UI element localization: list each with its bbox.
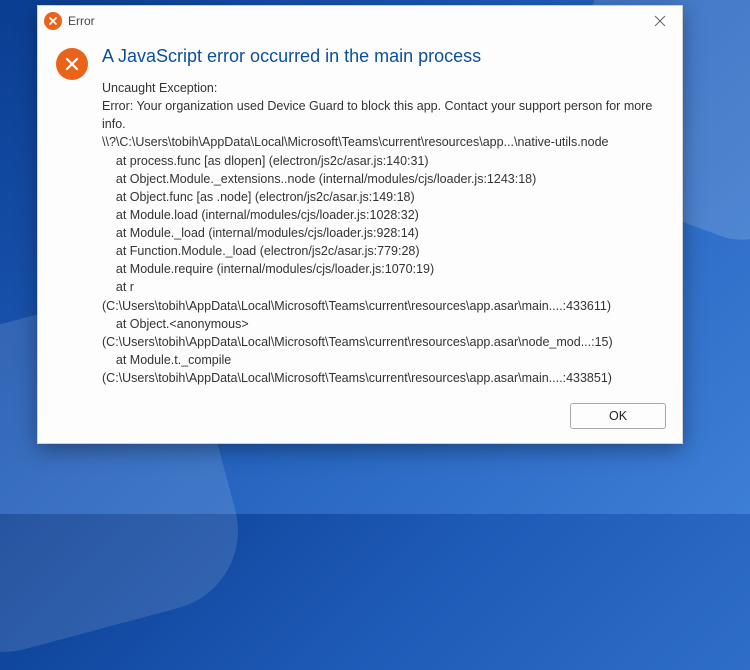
- window-title: Error: [68, 14, 95, 28]
- stack-line: at Object.func [as .node] (electron/js2c…: [102, 188, 664, 206]
- error-stack: Uncaught Exception: Error: Your organiza…: [102, 79, 664, 387]
- stack-line: (C:\Users\tobih\AppData\Local\Microsoft\…: [102, 369, 664, 387]
- stack-line: Uncaught Exception:: [102, 79, 664, 97]
- stack-line: at Module._load (internal/modules/cjs/lo…: [102, 224, 664, 242]
- dialog-body: A JavaScript error occurred in the main …: [38, 36, 682, 393]
- error-icon: [44, 12, 62, 30]
- close-button[interactable]: [638, 6, 682, 36]
- dialog-heading: A JavaScript error occurred in the main …: [102, 46, 664, 67]
- error-icon: [56, 48, 88, 80]
- stack-line: at Module.require (internal/modules/cjs/…: [102, 260, 664, 278]
- ok-button[interactable]: OK: [570, 403, 666, 429]
- error-dialog: Error A JavaScript error occurred in the…: [37, 5, 683, 444]
- titlebar: Error: [38, 6, 682, 36]
- stack-line: at Object.Module._extensions..node (inte…: [102, 170, 664, 188]
- stack-line: (C:\Users\tobih\AppData\Local\Microsoft\…: [102, 333, 664, 351]
- stack-line: \\?\C:\Users\tobih\AppData\Local\Microso…: [102, 133, 664, 151]
- stack-line: at r: [102, 278, 664, 296]
- stack-line: at Module.t._compile: [102, 351, 664, 369]
- stack-line: at Module.load (internal/modules/cjs/loa…: [102, 206, 664, 224]
- dialog-content: A JavaScript error occurred in the main …: [102, 46, 664, 387]
- stack-line: (C:\Users\tobih\AppData\Local\Microsoft\…: [102, 297, 664, 315]
- dialog-footer: OK: [38, 393, 682, 443]
- close-icon: [654, 15, 666, 27]
- stack-line: at Function.Module._load (electron/js2c/…: [102, 242, 664, 260]
- stack-line: at Object.<anonymous>: [102, 315, 664, 333]
- stack-line: at process.func [as dlopen] (electron/js…: [102, 152, 664, 170]
- stack-line: Error: Your organization used Device Gua…: [102, 97, 664, 133]
